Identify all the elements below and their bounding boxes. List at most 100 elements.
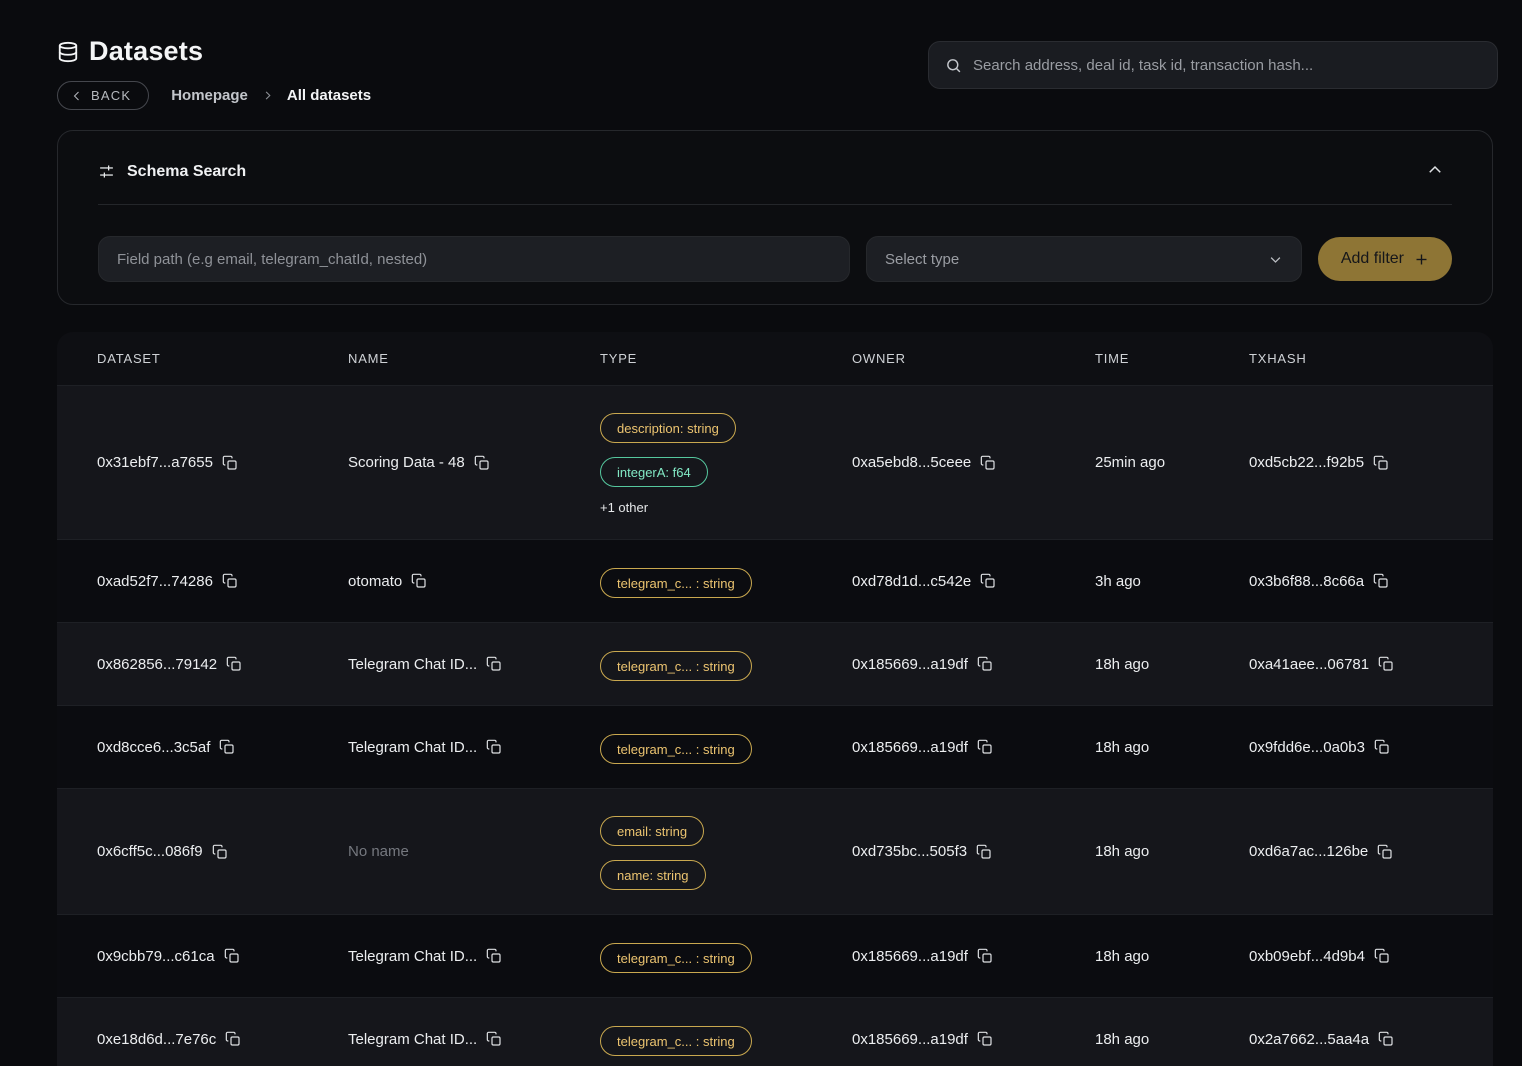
copy-dataset-button[interactable] xyxy=(222,455,238,471)
txhash-cell: 0xd5cb22...f92b5 xyxy=(1249,454,1493,471)
copy-owner-button[interactable] xyxy=(977,656,993,672)
txhash-value: 0xd5cb22...f92b5 xyxy=(1249,454,1364,471)
table-row[interactable]: 0x6cff5c...086f9 No name email: stringna… xyxy=(57,788,1493,914)
copy-icon xyxy=(977,948,993,964)
time-cell: 18h ago xyxy=(1095,1031,1249,1048)
copy-owner-button[interactable] xyxy=(980,455,996,471)
table-row[interactable]: 0xe18d6d...7e76c Telegram Chat ID... tel… xyxy=(57,997,1493,1066)
copy-name-button[interactable] xyxy=(486,656,502,672)
copy-owner-button[interactable] xyxy=(977,948,993,964)
time-value: 25min ago xyxy=(1095,454,1165,471)
column-header-type: TYPE xyxy=(600,351,852,366)
dataset-cell: 0xe18d6d...7e76c xyxy=(97,1031,348,1048)
copy-owner-button[interactable] xyxy=(977,739,993,755)
name-cell: Telegram Chat ID... xyxy=(348,1031,600,1048)
field-path-input[interactable] xyxy=(98,236,850,282)
txhash-value: 0x2a7662...5aa4a xyxy=(1249,1031,1369,1048)
table-row[interactable]: 0xad52f7...74286 otomato telegram_c... :… xyxy=(57,539,1493,622)
time-cell: 18h ago xyxy=(1095,948,1249,965)
copy-txhash-button[interactable] xyxy=(1374,948,1390,964)
owner-value: 0x185669...a19df xyxy=(852,1031,968,1048)
copy-name-button[interactable] xyxy=(474,455,490,471)
copy-name-button[interactable] xyxy=(486,1031,502,1047)
txhash-cell: 0x2a7662...5aa4a xyxy=(1249,1031,1493,1048)
owner-value: 0xd735bc...505f3 xyxy=(852,843,967,860)
search-input[interactable] xyxy=(973,57,1481,74)
copy-txhash-button[interactable] xyxy=(1373,573,1389,589)
copy-icon xyxy=(222,455,238,471)
time-cell: 18h ago xyxy=(1095,843,1249,860)
collapse-panel-button[interactable] xyxy=(1422,157,1448,186)
schema-search-title: Schema Search xyxy=(127,163,246,181)
copy-owner-button[interactable] xyxy=(976,844,992,860)
copy-icon xyxy=(219,739,235,755)
copy-name-button[interactable] xyxy=(486,739,502,755)
owner-value: 0xa5ebd8...5ceee xyxy=(852,454,971,471)
back-button[interactable]: BACK xyxy=(57,81,149,110)
copy-icon xyxy=(1373,573,1389,589)
name-value: Telegram Chat ID... xyxy=(348,739,477,756)
column-header-name: NAME xyxy=(348,351,600,366)
copy-txhash-button[interactable] xyxy=(1373,455,1389,471)
add-filter-button[interactable]: Add filter xyxy=(1318,237,1452,281)
name-cell: Telegram Chat ID... xyxy=(348,948,600,965)
copy-dataset-button[interactable] xyxy=(224,948,240,964)
copy-icon xyxy=(222,573,238,589)
dataset-cell: 0xd8cce6...3c5af xyxy=(97,739,348,756)
name-value: Telegram Chat ID... xyxy=(348,656,477,673)
name-cell: No name xyxy=(348,843,600,860)
database-icon xyxy=(57,41,79,63)
txhash-value: 0x9fdd6e...0a0b3 xyxy=(1249,739,1365,756)
type-badge: telegram_c... : string xyxy=(600,568,752,598)
breadcrumb-homepage[interactable]: Homepage xyxy=(171,87,248,104)
owner-cell: 0x185669...a19df xyxy=(852,1031,1095,1048)
copy-icon xyxy=(411,573,427,589)
copy-owner-button[interactable] xyxy=(980,573,996,589)
copy-txhash-button[interactable] xyxy=(1378,656,1394,672)
copy-txhash-button[interactable] xyxy=(1377,844,1393,860)
copy-dataset-button[interactable] xyxy=(225,1031,241,1047)
owner-cell: 0xd78d1d...c542e xyxy=(852,573,1095,590)
copy-name-button[interactable] xyxy=(486,948,502,964)
copy-owner-button[interactable] xyxy=(977,1031,993,1047)
type-badge: integerA: f64 xyxy=(600,457,708,487)
owner-value: 0x185669...a19df xyxy=(852,656,968,673)
chevron-right-icon xyxy=(262,90,273,101)
copy-icon xyxy=(1373,455,1389,471)
table-row[interactable]: 0xd8cce6...3c5af Telegram Chat ID... tel… xyxy=(57,705,1493,788)
copy-icon xyxy=(980,455,996,471)
copy-dataset-button[interactable] xyxy=(222,573,238,589)
type-select[interactable]: Select type xyxy=(866,236,1302,282)
name-value: Telegram Chat ID... xyxy=(348,1031,477,1048)
copy-icon xyxy=(212,844,228,860)
copy-dataset-button[interactable] xyxy=(212,844,228,860)
time-cell: 25min ago xyxy=(1095,454,1249,471)
dataset-value: 0x862856...79142 xyxy=(97,656,217,673)
copy-icon xyxy=(224,948,240,964)
type-cell: email: stringname: string xyxy=(600,789,852,914)
copy-dataset-button[interactable] xyxy=(219,739,235,755)
type-cell: telegram_c... : string xyxy=(600,624,852,705)
copy-name-button[interactable] xyxy=(411,573,427,589)
table-row[interactable]: 0x862856...79142 Telegram Chat ID... tel… xyxy=(57,622,1493,705)
schema-search-panel: Schema Search Select type Add filter xyxy=(57,130,1493,305)
txhash-cell: 0xb09ebf...4d9b4 xyxy=(1249,948,1493,965)
dataset-value: 0x6cff5c...086f9 xyxy=(97,843,203,860)
table-row[interactable]: 0x31ebf7...a7655 Scoring Data - 48 descr… xyxy=(57,385,1493,539)
copy-icon xyxy=(1377,844,1393,860)
copy-txhash-button[interactable] xyxy=(1378,1031,1394,1047)
time-value: 3h ago xyxy=(1095,573,1141,590)
chevron-up-icon xyxy=(1426,161,1444,179)
copy-icon xyxy=(977,656,993,672)
plus-icon xyxy=(1414,252,1429,267)
time-value: 18h ago xyxy=(1095,1031,1149,1048)
time-value: 18h ago xyxy=(1095,948,1149,965)
global-search xyxy=(928,41,1498,89)
table-row[interactable]: 0x9cbb79...c61ca Telegram Chat ID... tel… xyxy=(57,914,1493,997)
txhash-value: 0x3b6f88...8c66a xyxy=(1249,573,1364,590)
column-header-time: TIME xyxy=(1095,351,1249,366)
copy-txhash-button[interactable] xyxy=(1374,739,1390,755)
type-badge: telegram_c... : string xyxy=(600,1026,752,1056)
copy-dataset-button[interactable] xyxy=(226,656,242,672)
chevron-down-icon xyxy=(1268,252,1283,267)
